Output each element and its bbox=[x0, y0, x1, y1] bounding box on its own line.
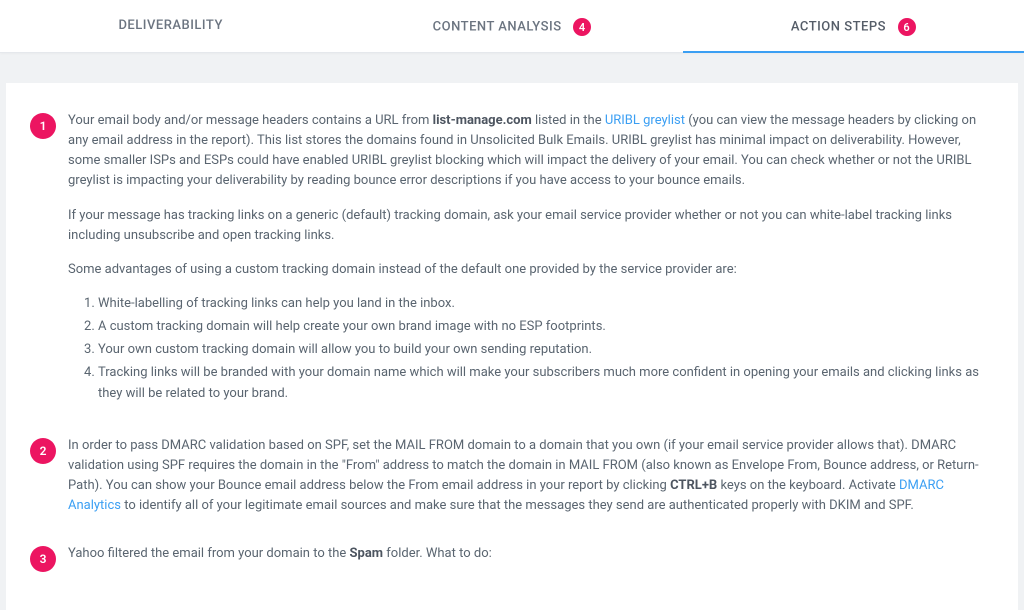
advantages-list: White-labelling of tracking links can he… bbox=[68, 294, 994, 404]
action-step: 1 Your email body and/or message headers… bbox=[30, 111, 994, 408]
step-number-badge: 3 bbox=[30, 546, 56, 572]
step-paragraph: If your message has tracking links on a … bbox=[68, 206, 994, 246]
action-step: 3 Yahoo filtered the email from your dom… bbox=[30, 544, 994, 572]
step-paragraph: Your email body and/or message headers c… bbox=[68, 111, 994, 192]
keyboard-shortcut: CTRL+B bbox=[670, 478, 717, 493]
step-number-badge: 1 bbox=[30, 113, 56, 139]
tab-bar: DELIVERABILITY CONTENT ANALYSIS 4 ACTION… bbox=[0, 0, 1024, 53]
list-item: Your own custom tracking domain will all… bbox=[98, 340, 994, 360]
step-body: Your email body and/or message headers c… bbox=[68, 111, 994, 408]
step-paragraph: In order to pass DMARC validation based … bbox=[68, 436, 994, 517]
step-paragraph: Yahoo filtered the email from your domai… bbox=[68, 544, 994, 564]
tab-label: DELIVERABILITY bbox=[118, 18, 222, 33]
tab-label: CONTENT ANALYSIS bbox=[433, 19, 562, 34]
badge-count: 6 bbox=[898, 18, 916, 36]
action-steps-panel: 1 Your email body and/or message headers… bbox=[6, 83, 1018, 610]
step-body: In order to pass DMARC validation based … bbox=[68, 436, 994, 517]
domain-name: list-manage.com bbox=[433, 113, 532, 128]
list-item: Tracking links will be branded with your… bbox=[98, 363, 994, 403]
tab-label: ACTION STEPS bbox=[791, 19, 886, 34]
step-paragraph: Some advantages of using a custom tracki… bbox=[68, 260, 994, 280]
folder-name: Spam bbox=[350, 546, 384, 561]
badge-count: 4 bbox=[573, 18, 591, 36]
step-body: Yahoo filtered the email from your domai… bbox=[68, 544, 994, 572]
uribl-greylist-link[interactable]: URIBL greylist bbox=[605, 113, 685, 128]
list-item: White-labelling of tracking links can he… bbox=[98, 294, 994, 314]
action-step: 2 In order to pass DMARC validation base… bbox=[30, 436, 994, 517]
list-item: A custom tracking domain will help creat… bbox=[98, 317, 994, 337]
tab-deliverability[interactable]: DELIVERABILITY bbox=[0, 0, 341, 52]
tab-action-steps[interactable]: ACTION STEPS 6 bbox=[683, 0, 1024, 52]
tab-content-analysis[interactable]: CONTENT ANALYSIS 4 bbox=[341, 0, 682, 52]
step-number-badge: 2 bbox=[30, 438, 56, 464]
